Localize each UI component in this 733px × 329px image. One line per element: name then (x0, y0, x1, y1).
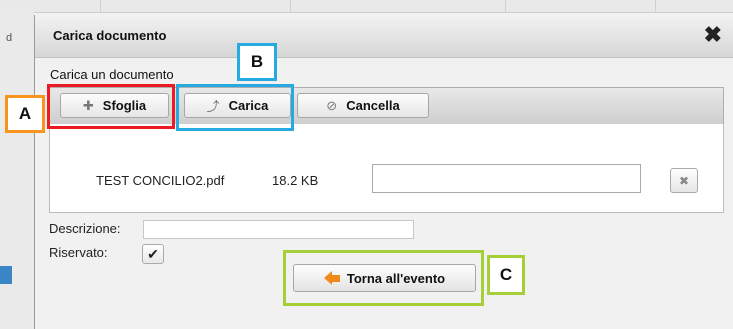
cancel-button-label: Cancella (346, 98, 400, 113)
close-icon[interactable]: ✖ (704, 23, 722, 47)
annotation-red-highlight (47, 84, 175, 129)
checkmark-icon: ✔ (147, 245, 159, 262)
remove-icon: ✖ (678, 173, 690, 188)
dialog-title: Carica documento (53, 28, 167, 43)
background-table-header (0, 0, 733, 13)
file-list: TEST CONCILIO2.pdf 18.2 KB ✖ (49, 124, 724, 213)
description-label: Descrizione: (49, 221, 121, 236)
annotation-c-label: C (487, 255, 525, 295)
cancel-button[interactable]: ⊘ Cancella (297, 93, 429, 118)
background-sidebar: d (0, 12, 34, 329)
reserved-checkbox[interactable]: ✔ (142, 244, 164, 264)
reserved-label: Riservato: (49, 245, 108, 260)
annotation-b-label: B (237, 43, 277, 81)
annotation-c-highlight (283, 250, 484, 306)
file-title-input[interactable] (372, 164, 641, 193)
background-accent-stripe (0, 266, 12, 284)
file-size: 18.2 KB (272, 173, 319, 188)
annotation-b-highlight (176, 84, 294, 131)
annotation-a-label: A (5, 95, 45, 133)
description-input[interactable] (143, 220, 414, 239)
remove-file-button[interactable]: ✖ (670, 168, 698, 193)
file-name: TEST CONCILIO2.pdf (96, 173, 225, 188)
upload-section-label: Carica un documento (50, 67, 174, 82)
background-header-fragment: d (6, 32, 13, 44)
dialog-titlebar: Carica documento ✖ (35, 15, 733, 58)
cancel-icon: ⊘ (326, 97, 338, 113)
